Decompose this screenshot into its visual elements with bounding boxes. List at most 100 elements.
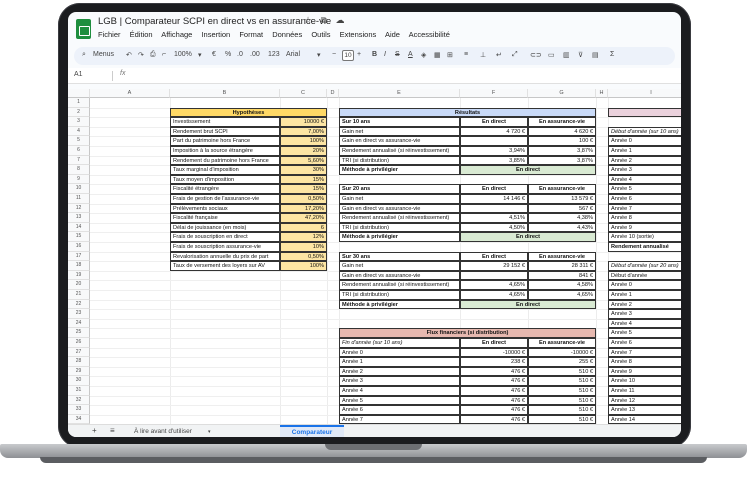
flux-av[interactable]: 510 € bbox=[528, 366, 596, 377]
right-year-label[interactable]: Année 1 bbox=[608, 290, 681, 300]
row-header[interactable]: 32 bbox=[68, 395, 90, 406]
decrease-decimal-button[interactable]: .0 bbox=[237, 51, 243, 58]
right-year-label[interactable]: Année 8 bbox=[608, 213, 681, 223]
right-year-label[interactable]: Année 13 bbox=[608, 405, 681, 415]
flux-col-av[interactable]: En assurance-vie bbox=[528, 338, 596, 348]
name-box[interactable]: A1 bbox=[74, 71, 83, 78]
hypothesis-value[interactable]: 0,50% bbox=[280, 251, 327, 262]
right-year-label[interactable]: Année 3 bbox=[608, 309, 681, 319]
method-value[interactable]: En direct bbox=[460, 232, 596, 242]
right-table-header[interactable] bbox=[608, 107, 681, 118]
hypothesis-value[interactable]: 10000 € bbox=[280, 117, 327, 127]
row-header[interactable]: 13 bbox=[68, 213, 90, 223]
right-year-label[interactable]: Année 2 bbox=[608, 299, 681, 310]
flux-av[interactable]: -10000 € bbox=[528, 347, 596, 358]
right-year-label[interactable]: Année 5 bbox=[608, 184, 681, 194]
result-av[interactable]: 841 € bbox=[528, 270, 596, 281]
flux-direct[interactable]: 476 € bbox=[460, 376, 528, 386]
increase-font-size-button[interactable]: + bbox=[357, 51, 361, 58]
document-title[interactable]: LGB | Comparateur SCPI en direct vs en a… bbox=[98, 16, 331, 27]
flux-direct[interactable]: 238 € bbox=[460, 357, 528, 367]
sheet-tab-lire[interactable]: À lire avant d'utiliser bbox=[134, 428, 192, 435]
font-size-input[interactable]: 10 bbox=[342, 50, 354, 61]
menu-insertion[interactable]: Insertion bbox=[201, 30, 230, 39]
hypothesis-value[interactable]: 15% bbox=[280, 184, 327, 194]
borders-icon[interactable]: ▦ bbox=[434, 51, 441, 59]
result-label[interactable]: TRI (si distribution) bbox=[339, 222, 460, 233]
horizontal-align-icon[interactable]: ≡ bbox=[464, 51, 468, 58]
row-header[interactable]: 24 bbox=[68, 318, 90, 329]
result-label[interactable]: Gain net bbox=[339, 261, 460, 271]
row-header[interactable]: 6 bbox=[68, 146, 90, 156]
column-header[interactable]: C bbox=[280, 89, 327, 98]
flux-direct[interactable]: 476 € bbox=[460, 405, 528, 415]
currency-format-button[interactable]: € bbox=[212, 51, 216, 58]
right-year-label[interactable]: Année 0 bbox=[608, 280, 681, 290]
result-av[interactable]: 4,58% bbox=[528, 280, 596, 290]
hypothesis-label[interactable]: Taux marginal d'imposition bbox=[170, 165, 280, 175]
result-direct[interactable]: 14 146 € bbox=[460, 194, 528, 204]
result-direct[interactable]: 4,65% bbox=[460, 280, 528, 290]
result-label[interactable]: Rendement annualisé (si réinvestissement… bbox=[339, 213, 460, 223]
result-direct[interactable] bbox=[460, 270, 528, 281]
hypothesis-label[interactable]: Taux moyen d'imposition bbox=[170, 174, 280, 185]
result-label[interactable]: Gain en direct vs assurance-vie bbox=[339, 270, 460, 281]
hypothesis-label[interactable]: Rendement du patrimoine hors France bbox=[170, 155, 280, 166]
print-icon[interactable]: ⎙ bbox=[150, 51, 156, 59]
flux-label[interactable]: Année 5 bbox=[339, 395, 460, 406]
filter-views-icon[interactable]: ▤ bbox=[592, 51, 599, 59]
hypothesis-label[interactable]: Rendement brut SCPI bbox=[170, 126, 280, 137]
row-header[interactable]: 5 bbox=[68, 136, 90, 146]
flux-col-direct[interactable]: En direct bbox=[460, 338, 528, 348]
right-year-label[interactable]: Début d'année bbox=[608, 270, 681, 281]
results-col-direct[interactable]: En direct bbox=[460, 251, 528, 262]
functions-icon[interactable]: Σ bbox=[610, 51, 614, 58]
method-label[interactable]: Méthode à privilégier bbox=[339, 165, 460, 175]
text-wrap-icon[interactable]: ↵ bbox=[496, 51, 502, 59]
results-col-av[interactable]: En assurance-vie bbox=[528, 251, 596, 262]
strikethrough-button[interactable]: S bbox=[395, 51, 400, 58]
result-av[interactable]: 13 579 € bbox=[528, 194, 596, 204]
row-header[interactable]: 28 bbox=[68, 357, 90, 367]
right-year-label[interactable]: Année 10 (sortie) bbox=[608, 232, 681, 242]
result-direct[interactable]: 3,85% bbox=[460, 155, 528, 166]
result-direct[interactable]: 4 720 € bbox=[460, 126, 528, 137]
sheets-logo-icon[interactable] bbox=[76, 19, 91, 39]
hypothesis-value[interactable]: 6 bbox=[280, 222, 327, 233]
hypothesis-value[interactable]: 7,00% bbox=[280, 126, 327, 137]
fill-color-icon[interactable]: ◈ bbox=[421, 51, 426, 59]
zoom-select[interactable]: 100% bbox=[174, 51, 192, 58]
flux-av[interactable]: 510 € bbox=[528, 414, 596, 424]
right-year-label[interactable]: Année 7 bbox=[608, 347, 681, 358]
row-header[interactable]: 12 bbox=[68, 203, 90, 214]
flux-label[interactable]: Année 0 bbox=[339, 347, 460, 358]
result-label[interactable]: Gain en direct vs assurance-vie bbox=[339, 136, 460, 146]
result-direct[interactable]: 4,65% bbox=[460, 290, 528, 300]
italic-button[interactable]: I bbox=[384, 51, 386, 58]
all-sheets-button[interactable]: ≡ bbox=[110, 426, 115, 435]
row-header[interactable]: 22 bbox=[68, 299, 90, 310]
row-header[interactable]: 2 bbox=[68, 107, 90, 118]
results-period[interactable]: Sur 10 ans bbox=[339, 117, 460, 127]
hypotheses-header[interactable]: Hypothèses bbox=[170, 107, 327, 118]
hypothesis-value[interactable]: 47,20% bbox=[280, 213, 327, 223]
right-year-label[interactable]: Année 9 bbox=[608, 222, 681, 233]
result-av[interactable]: 4,38% bbox=[528, 213, 596, 223]
result-av[interactable]: 28 311 € bbox=[528, 261, 596, 271]
right-rendement-label[interactable]: Rendement annualisé bbox=[608, 242, 681, 252]
result-label[interactable]: Gain net bbox=[339, 194, 460, 204]
row-header[interactable]: 18 bbox=[68, 261, 90, 271]
row-header[interactable]: 20 bbox=[68, 280, 90, 290]
chart-icon[interactable]: ▥ bbox=[563, 51, 570, 59]
filter-icon[interactable]: ⊽ bbox=[578, 51, 583, 59]
column-header[interactable]: H bbox=[596, 89, 608, 98]
row-header[interactable]: 16 bbox=[68, 242, 90, 252]
row-header[interactable]: 1 bbox=[68, 98, 90, 108]
row-header[interactable]: 33 bbox=[68, 405, 90, 415]
flux-direct[interactable]: 476 € bbox=[460, 386, 528, 396]
star-icon[interactable]: ☆ bbox=[304, 15, 312, 25]
result-direct[interactable]: 29 152 € bbox=[460, 261, 528, 271]
menu-affichage[interactable]: Affichage bbox=[161, 30, 192, 39]
text-color-button[interactable]: A bbox=[408, 51, 413, 58]
hypothesis-label[interactable]: Revalorisation annuelle du prix de part bbox=[170, 251, 280, 262]
